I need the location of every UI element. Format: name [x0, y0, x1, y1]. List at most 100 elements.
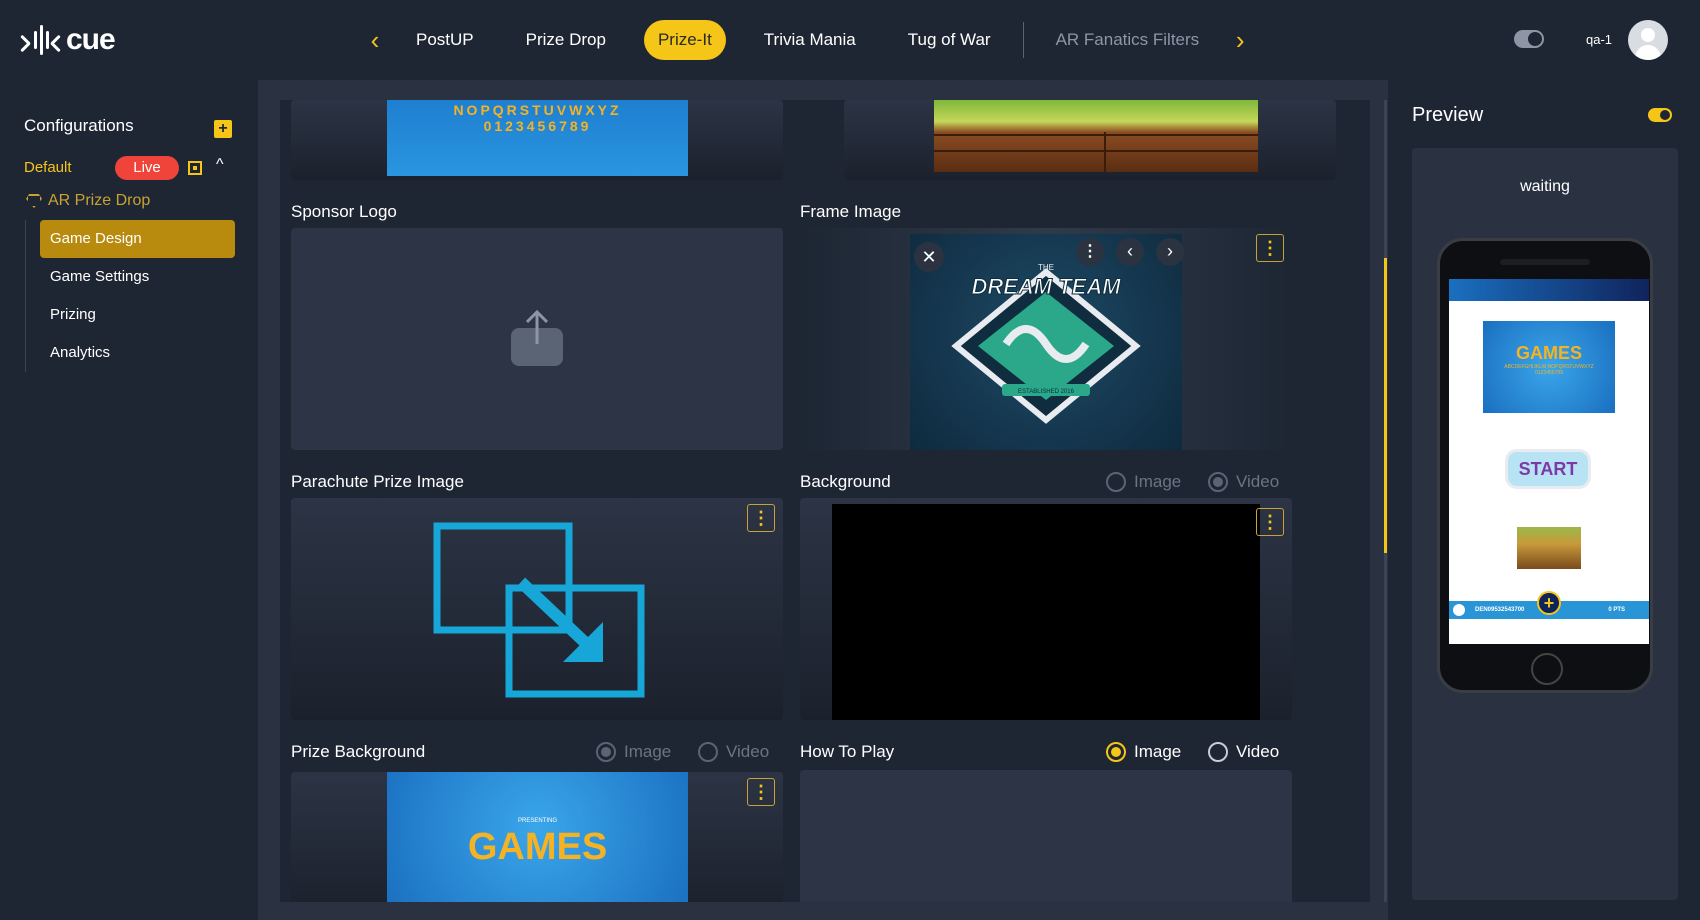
- add-configuration-button[interactable]: +: [214, 120, 232, 138]
- radio-circle: [1106, 472, 1126, 492]
- screen-start-button: START: [1505, 449, 1591, 489]
- frame-image-menu-button[interactable]: ⋮: [1256, 234, 1284, 262]
- parachute-prize-label: Parachute Prize Image: [291, 472, 464, 491]
- chevron-up-icon[interactable]: ^: [216, 156, 224, 174]
- user-name: qa-1: [1586, 32, 1613, 47]
- config-default-label[interactable]: Default: [24, 159, 72, 176]
- games-text: GAMES: [467, 826, 608, 868]
- title-image-thumbnail: NOPQRSTUVWXYZ 0123456789: [387, 100, 688, 176]
- prize-bg-image-radio[interactable]: Image: [596, 742, 671, 762]
- tab-divider: [1022, 22, 1024, 58]
- sidebar-item-prizing[interactable]: Prizing: [40, 296, 235, 334]
- prize-background-menu-button[interactable]: ⋮: [747, 778, 775, 806]
- image-next-chevron-icon[interactable]: ›: [1156, 238, 1184, 266]
- screen-plus-icon: +: [1537, 591, 1561, 615]
- logo-small-text: THE: [1038, 263, 1054, 272]
- nav-prev-chevron-icon[interactable]: ‹: [360, 20, 390, 60]
- screen-games-text: GAMES: [1515, 343, 1582, 363]
- parachute-prize-card: ⋮: [291, 498, 783, 720]
- background-video-preview: [832, 504, 1260, 720]
- title-image-letters: NOPQRSTUVWXYZ: [453, 102, 622, 118]
- game-item-ar-prize-drop[interactable]: AR Prize Drop: [26, 192, 150, 210]
- preview-toggle[interactable]: [1648, 108, 1672, 122]
- user-avatar[interactable]: [1628, 20, 1668, 60]
- sidebar-item-game-design[interactable]: Game Design: [40, 220, 235, 258]
- start-image-card: [844, 100, 1336, 180]
- radio-circle: [1208, 742, 1228, 762]
- tab-tug-of-war[interactable]: Tug of War: [894, 20, 1005, 60]
- tab-prize-drop[interactable]: Prize Drop: [512, 20, 620, 60]
- background-label: Background: [800, 472, 891, 491]
- sponsor-logo-label: Sponsor Logo: [291, 202, 397, 221]
- radio-label: Video: [1236, 472, 1280, 491]
- screen-header: [1449, 279, 1649, 301]
- frame-image-card: THE DREAM TEAM ESTABLISHED 2016 ✕ ⋮ ‹ › …: [800, 228, 1292, 450]
- sponsor-logo-dropzone[interactable]: [291, 228, 783, 450]
- how-to-play-video-radio[interactable]: Video: [1208, 742, 1279, 762]
- prize-bg-video-radio[interactable]: Video: [698, 742, 769, 762]
- background-video-radio[interactable]: Video: [1208, 472, 1279, 492]
- radio-circle: [1106, 742, 1126, 762]
- dream-team-image: THE DREAM TEAM ESTABLISHED 2016: [910, 234, 1182, 450]
- background-image-radio[interactable]: Image: [1106, 472, 1181, 492]
- tab-postup[interactable]: PostUP: [402, 20, 488, 60]
- phone-home-button: [1531, 653, 1563, 685]
- preview-status: waiting: [1520, 178, 1570, 195]
- title-image-digits: 0123456789: [483, 118, 592, 134]
- theme-toggle-icon[interactable]: [1514, 30, 1544, 48]
- sidebar-item-analytics[interactable]: Analytics: [40, 334, 235, 372]
- image-prev-chevron-icon[interactable]: ‹: [1116, 238, 1144, 266]
- live-badge: Live: [115, 156, 179, 180]
- dream-team-logo: THE DREAM TEAM ESTABLISHED 2016: [951, 263, 1141, 424]
- screen-footer-id: DEN09532543700: [1475, 607, 1525, 613]
- screen-wood-image: [1517, 527, 1581, 569]
- remove-close-icon[interactable]: ✕: [914, 242, 944, 272]
- how-to-play-label: How To Play: [800, 742, 895, 761]
- radio-label: Image: [624, 742, 672, 761]
- tree-line: [25, 220, 26, 372]
- diamond-icon: [26, 194, 42, 208]
- radio-circle: [1208, 472, 1228, 492]
- preview-title: Preview: [1412, 104, 1484, 126]
- image-options-kebab-icon[interactable]: ⋮: [1076, 238, 1104, 266]
- background-menu-button[interactable]: ⋮: [1256, 508, 1284, 536]
- radio-circle: [698, 742, 718, 762]
- how-to-play-image-radio[interactable]: Image: [1106, 742, 1181, 762]
- radio-label: Video: [1236, 742, 1280, 761]
- scrollbar-thumb[interactable]: [1384, 258, 1387, 553]
- resize-arrow-icon: [433, 522, 645, 698]
- title-image-card: NOPQRSTUVWXYZ 0123456789: [291, 100, 783, 180]
- waveform-icon: [20, 23, 61, 57]
- radio-label: Image: [1134, 742, 1182, 761]
- qr-code-icon[interactable]: [188, 161, 202, 175]
- prize-background-thumbnail: PRESENTING GAMES: [387, 772, 688, 902]
- background-card: ⋮: [800, 498, 1292, 720]
- logo-sub-text: ESTABLISHED 2016: [1018, 389, 1075, 395]
- phone-screen: GAMES ABCDEFGHIJKLM NOPQRSTUVWXYZ 012345…: [1449, 279, 1649, 644]
- phone-speaker: [1500, 259, 1590, 265]
- tab-trivia-mania[interactable]: Trivia Mania: [750, 20, 870, 60]
- game-tabs: ‹ PostUP Prize Drop Prize-It Trivia Mani…: [360, 20, 1255, 60]
- sidebar-item-game-settings[interactable]: Game Settings: [40, 258, 235, 296]
- logo-text: cue: [66, 23, 116, 56]
- radio-label: Video: [726, 742, 770, 761]
- screen-footer-avatar: [1453, 604, 1465, 616]
- tab-ar-fanatics-filters[interactable]: AR Fanatics Filters: [1042, 20, 1214, 60]
- prize-background-label: Prize Background: [291, 742, 426, 761]
- parachute-menu-button[interactable]: ⋮: [747, 504, 775, 532]
- radio-label: Image: [1134, 472, 1182, 491]
- radio-circle: [596, 742, 616, 762]
- cue-logo[interactable]: cue: [20, 20, 116, 60]
- main-panel: NOPQRSTUVWXYZ 0123456789 Sponsor Logo Fr…: [258, 80, 1388, 920]
- phone-mockup: GAMES ABCDEFGHIJKLM NOPQRSTUVWXYZ 012345…: [1437, 238, 1653, 693]
- tab-prize-it[interactable]: Prize-It: [643, 20, 726, 60]
- upload-icon: [511, 309, 563, 366]
- sidebar: Configurations + Default Live ^ AR Prize…: [0, 80, 258, 920]
- how-to-play-dropzone[interactable]: [800, 770, 1292, 902]
- wood-table-thumbnail: [934, 100, 1258, 172]
- prize-background-card: PRESENTING GAMES ⋮: [291, 772, 783, 902]
- presenting-text: PRESENTING: [517, 818, 557, 824]
- game-item-label: AR Prize Drop: [48, 192, 151, 209]
- asset-scroll-area[interactable]: NOPQRSTUVWXYZ 0123456789 Sponsor Logo Fr…: [280, 100, 1370, 902]
- nav-next-chevron-icon[interactable]: ›: [1225, 20, 1255, 60]
